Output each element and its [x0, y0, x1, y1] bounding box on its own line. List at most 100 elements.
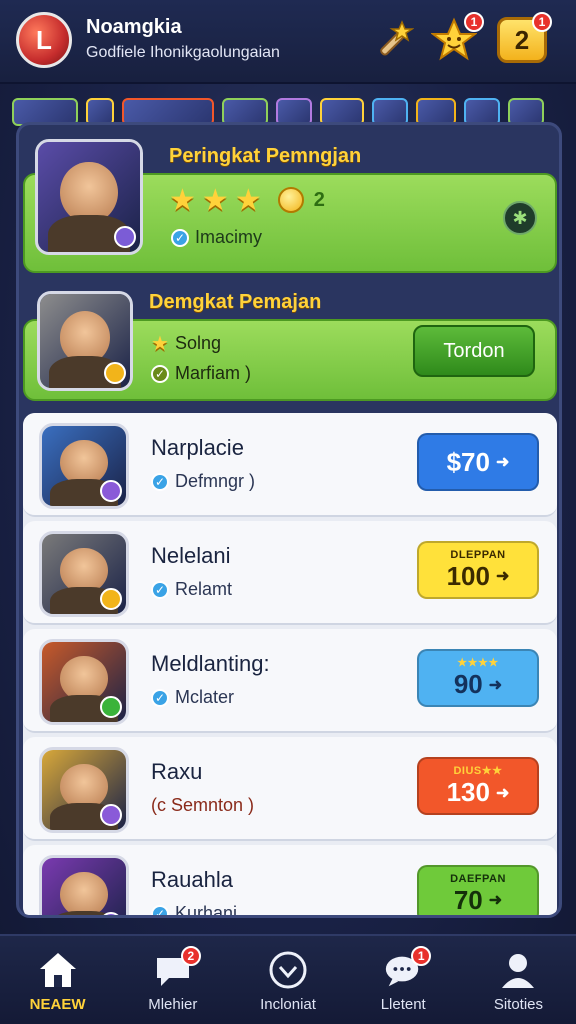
player-status: ✓ Relamt	[151, 579, 232, 600]
featured-line-1-label: Solng	[174, 333, 221, 353]
rating-star-icon: ★	[234, 184, 262, 217]
leaderboard-panel: Peringkat Pemngjan ★ ★ ★ 2 ✓ Imacimy ✱ D…	[16, 122, 562, 918]
player-portrait	[39, 531, 129, 617]
nav-badge: 1	[411, 946, 432, 966]
player-list: Narplacie ✓ Defmngr ) $70 ➜ Nelelani ✓ Re…	[23, 413, 557, 918]
price-button[interactable]: $70 ➜	[417, 433, 539, 491]
portrait-corner-badge	[100, 804, 122, 826]
featured-status-label: Imacimy	[195, 227, 262, 247]
app-subtitle: Godfiele Ihonikgaolungaian	[86, 44, 280, 61]
player-status-label: Defmngr )	[175, 471, 256, 491]
nav-label: NEAEW	[29, 996, 86, 1013]
player-status: ✓ Defmngr )	[151, 471, 255, 492]
nav-badge: 2	[180, 946, 201, 966]
star-rewards-button[interactable]: 1	[428, 12, 484, 66]
player-name: Narplacie	[151, 435, 244, 460]
price-button[interactable]: DIUS★★ 130 ➜	[417, 757, 539, 815]
level-button[interactable]: 2 1	[496, 12, 552, 66]
nav-item-chat[interactable]: 1 Lletent	[346, 936, 461, 1024]
logo-glyph: L	[36, 24, 52, 55]
portrait-corner-badge	[114, 226, 136, 248]
featured-line-2-label: Marfiam )	[175, 363, 251, 383]
chat-icon: 2	[153, 946, 201, 990]
player-name: Raxu	[151, 759, 203, 784]
featured-action-button-1[interactable]: ✱	[503, 201, 537, 235]
check-icon: ✓	[151, 688, 169, 707]
coin-count: 2	[313, 189, 325, 211]
price-button[interactable]: DAEFPAN 70 ➜	[417, 865, 539, 915]
price-tag: ★★★★	[457, 657, 499, 669]
arrow-icon: ➜	[495, 568, 510, 585]
app-logo[interactable]: L	[16, 12, 72, 68]
player-status: (c Semnton )	[151, 795, 254, 816]
list-item[interactable]: Narplacie ✓ Defmngr ) $70 ➜	[23, 413, 557, 517]
check-icon: ✓	[151, 904, 169, 915]
player-portrait	[39, 423, 129, 509]
list-item[interactable]: Raxu (c Semnton ) DIUS★★ 130 ➜	[23, 737, 557, 841]
player-name: Nelelani	[151, 543, 231, 568]
arrow-icon: ➜	[488, 892, 503, 909]
nav-item-home[interactable]: NEAEW	[0, 936, 115, 1024]
price-value: $70	[446, 446, 490, 477]
price-tag: DIUS★★	[453, 765, 503, 777]
star-badge-icon: ✱	[512, 207, 528, 228]
magic-wand-button[interactable]	[366, 14, 418, 66]
star-icon: ★	[151, 333, 169, 355]
player-status-label: Kurhani	[175, 903, 238, 918]
top-bar: L Noamgkia Godfiele Ihonikgaolungaian 1 …	[0, 0, 576, 84]
list-item[interactable]: Meldlanting: ✓ Mclater ★★★★ 90 ➜	[23, 629, 557, 733]
check-icon: ✓	[171, 228, 189, 247]
user-icon	[498, 950, 538, 990]
magic-wand-icon	[380, 20, 414, 56]
level-notification-badge: 1	[532, 12, 552, 32]
list-item[interactable]: Nelelani ✓ Relamt DLEPPAN 100 ➜	[23, 521, 557, 625]
nav-item-settings[interactable]: Sitoties	[461, 936, 576, 1024]
featured-line-1: ★ Solng	[151, 331, 221, 356]
player-status-label: Mclater	[175, 687, 235, 707]
rating-star-icon: ★	[169, 184, 196, 217]
nav-label: Mlehier	[148, 996, 198, 1013]
player-name: Rauahla	[151, 867, 233, 892]
player-name: Meldlanting:	[151, 651, 270, 676]
check-icon: ✓	[151, 364, 169, 383]
price-tag: DAEFPAN	[450, 872, 506, 885]
price-button[interactable]: DLEPPAN 100 ➜	[417, 541, 539, 599]
price-tag: DLEPPAN	[450, 548, 506, 561]
home-icon	[38, 950, 78, 990]
check-icon: ✓	[151, 580, 169, 599]
portrait-corner-badge	[100, 588, 122, 610]
featured-action-button-2[interactable]: Tordon	[413, 325, 535, 377]
featured-status-1: ✓ Imacimy	[171, 227, 262, 248]
featured-portrait-1[interactable]	[35, 139, 143, 255]
featured-rating: ★ ★ ★ 2	[169, 183, 325, 218]
featured-portrait-2[interactable]	[37, 291, 133, 391]
player-portrait	[39, 639, 129, 725]
bottom-nav: NEAEW 2 Mlehier Incloniat 1 Lletent Sito…	[0, 934, 576, 1024]
player-status-label: Relamt	[175, 579, 233, 599]
portrait-corner-badge	[104, 362, 126, 384]
list-item[interactable]: Rauahla ✓ Kurhani DAEFPAN 70 ➜	[23, 845, 557, 918]
portrait-corner-badge	[100, 480, 122, 502]
chat-bubbles-icon: 1	[383, 946, 432, 990]
price-value: 90	[453, 669, 483, 699]
coin-icon	[277, 187, 304, 213]
arrow-icon: ➜	[495, 454, 510, 471]
price-value: 70	[453, 884, 483, 915]
featured-title-2: Demgkat Pemajan	[149, 291, 322, 313]
nav-label: Lletent	[380, 996, 426, 1013]
price-value: 100	[446, 560, 490, 591]
player-status-label: (c Semnton )	[151, 795, 255, 815]
arrow-icon: ➜	[488, 676, 503, 694]
app-title: Noamgkia	[86, 16, 182, 38]
price-button[interactable]: ★★★★ 90 ➜	[417, 649, 539, 707]
featured-title-1: Peringkat Pemngjan	[169, 145, 362, 167]
featured-line-2: ✓ Marfiam )	[151, 363, 251, 384]
rating-star-icon: ★	[201, 184, 229, 217]
star-notification-badge: 1	[464, 12, 484, 32]
player-status: ✓ Mclater	[151, 687, 234, 708]
nav-item-messages[interactable]: 2 Mlehier	[115, 936, 230, 1024]
nav-item-explore[interactable]: Incloniat	[230, 936, 345, 1024]
player-portrait	[39, 747, 129, 833]
compass-icon	[268, 950, 308, 990]
player-portrait	[39, 855, 129, 915]
